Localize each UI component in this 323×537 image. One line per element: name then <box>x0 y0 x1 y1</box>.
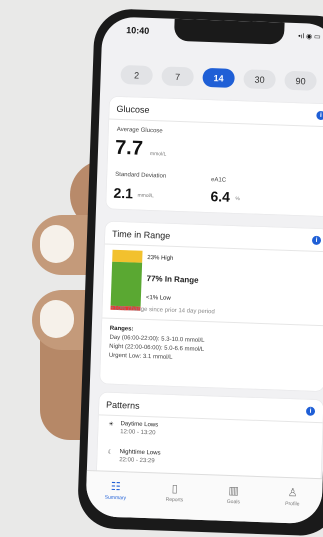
pattern-name: Daytime Lows <box>120 421 159 429</box>
tir-in-label: 77% In Range <box>146 273 199 285</box>
divider <box>109 118 323 128</box>
tir-change-note: +10% change since prior 14 day period <box>110 305 215 316</box>
tab-label: Summary <box>104 494 127 502</box>
sd-label: Standard Deviation <box>115 171 167 180</box>
sd-unit: mmol/L <box>137 192 154 200</box>
pattern-time: 22:00 - 23:29 <box>119 457 155 465</box>
document-icon: ▯ <box>171 482 178 496</box>
range-pill-2[interactable]: 2 <box>120 64 154 86</box>
status-icons: •ıl ◉ ▭ <box>298 33 321 41</box>
pattern-time: 12:00 - 13:20 <box>120 429 156 437</box>
range-day: Day (06:00-22:00): 5.3-10.0 mmol/L <box>109 334 205 345</box>
avg-glucose-label: Average Glucose <box>116 126 163 135</box>
moon-icon: ☾ <box>107 449 113 456</box>
sun-icon: ☀ <box>108 421 114 428</box>
range-urgent: Urgent Low: 3.1 mmol/L <box>108 352 173 361</box>
info-icon[interactable]: i <box>305 406 316 416</box>
tir-in-range-bar <box>110 261 143 307</box>
avg-glucose-unit: mmol/L <box>149 151 167 158</box>
tir-card[interactable]: Time in Range i 23% High 77% In Range <1… <box>99 221 323 392</box>
tab-bar: ☷ Summary ▯ Reports ▥ Goals ♙ Profile <box>85 469 323 525</box>
glucose-title: Glucose <box>116 103 150 115</box>
avg-glucose-value: 7.7 <box>114 136 144 160</box>
tab-label: Reports <box>165 496 184 504</box>
info-icon[interactable]: i <box>311 235 322 246</box>
range-pill-7[interactable]: 7 <box>161 66 194 87</box>
fingernail <box>40 300 74 338</box>
fingernail <box>40 225 74 263</box>
a1c-value: 6.4 <box>210 188 231 205</box>
pattern-name: Nighttime Lows <box>119 449 161 457</box>
a1c-unit: % <box>235 196 240 203</box>
person-icon: ♙ <box>287 487 298 500</box>
range-night: Night (22:00-06:00): 5.0-6.6 mmol/L <box>109 343 205 354</box>
status-time: 10:40 <box>126 25 150 36</box>
ranges-title: Ranges: <box>109 325 134 333</box>
tab-goals[interactable]: ▥ Goals <box>203 475 264 523</box>
glucose-card[interactable]: Glucose i Average Glucose 7.7 mmol/L Sta… <box>106 96 323 217</box>
chart-icon: ☷ <box>110 480 121 494</box>
tir-low-label: <1% Low <box>145 294 171 302</box>
sd-value: 2.1 <box>113 184 134 202</box>
phone-screen: 10:40 •ıl ◉ ▭ 2 7 14 30 90 Glucose i Ave… <box>85 16 323 525</box>
pattern-item[interactable]: ☀ Daytime Lows 12:00 - 13:20 <box>108 421 158 436</box>
tab-summary[interactable]: ☷ Summary <box>85 471 146 519</box>
patterns-title: Patterns <box>105 399 140 411</box>
phone-notch <box>173 18 285 45</box>
tir-high-bar <box>112 249 143 263</box>
tab-profile[interactable]: ♙ Profile <box>262 477 323 524</box>
range-pill-14[interactable]: 14 <box>202 67 235 88</box>
tab-reports[interactable]: ▯ Reports <box>144 473 205 521</box>
range-pill-30[interactable]: 30 <box>243 69 276 90</box>
pattern-item[interactable]: ☾ Nighttime Lows 22:00 - 23:29 <box>107 449 160 464</box>
divider <box>102 317 323 327</box>
range-pill-90[interactable]: 90 <box>284 70 317 91</box>
phone: 10:40 •ıl ◉ ▭ 2 7 14 30 90 Glucose i Ave… <box>76 8 323 537</box>
tab-label: Goals <box>226 498 240 506</box>
tab-label: Profile <box>285 500 300 508</box>
bars-icon: ▥ <box>228 484 240 498</box>
info-icon[interactable]: i <box>316 110 323 121</box>
tir-high-label: 23% High <box>147 254 174 262</box>
range-selector: 2 7 14 30 90 <box>120 64 323 91</box>
a1c-label: eA1C <box>210 177 227 184</box>
tir-title: Time in Range <box>111 228 171 241</box>
